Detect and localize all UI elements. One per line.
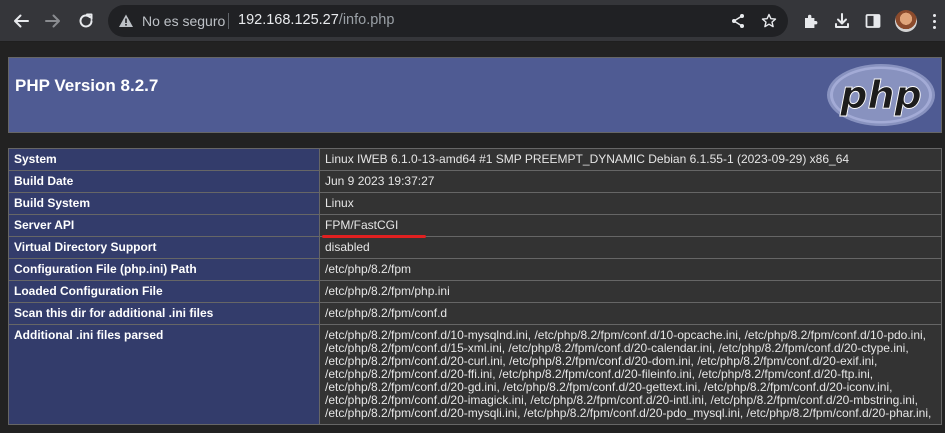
row-label: Build System: [8, 192, 320, 215]
php-logo[interactable]: php: [825, 62, 937, 128]
url-host: 192.168.125.27: [238, 12, 339, 28]
php-logo-text: php: [839, 73, 921, 117]
table-row: Configuration File (php.ini) Path /etc/p…: [8, 258, 942, 281]
profile-avatar[interactable]: [895, 10, 917, 32]
share-icon[interactable]: [730, 13, 746, 29]
table-row: Build System Linux: [8, 192, 942, 215]
row-label: Server API: [8, 214, 320, 237]
back-arrow-icon: [14, 14, 29, 28]
omnibox-divider: [228, 13, 229, 29]
row-value: /etc/php/8.2/fpm/conf.d/10-mysqlnd.ini, …: [319, 324, 942, 425]
security-status[interactable]: No es seguro: [142, 13, 225, 29]
url-path: /info.php: [338, 12, 395, 28]
row-value: /etc/php/8.2/fpm/php.ini: [319, 280, 942, 303]
url-text[interactable]: 192.168.125.27/info.php: [238, 12, 394, 28]
address-bar[interactable]: No es seguro 192.168.125.27/info.php: [108, 5, 788, 37]
back-button[interactable]: [9, 9, 33, 33]
kebab-menu-icon[interactable]: [929, 12, 941, 30]
reload-icon: [79, 13, 93, 28]
row-value: FPM/FastCGI: [319, 214, 942, 238]
download-icon[interactable]: [832, 11, 852, 31]
table-row: Scan this dir for additional .ini files …: [8, 302, 942, 325]
row-value: Linux: [319, 192, 942, 215]
table-row: Build Date Jun 9 2023 19:37:27: [8, 170, 942, 193]
server-api-highlight: FPM/FastCGI: [321, 218, 427, 238]
forward-button[interactable]: [41, 9, 65, 33]
puzzle-icon[interactable]: [801, 11, 821, 31]
phpinfo-page: PHP Version 8.2.7 php System Linux IWEB …: [0, 43, 945, 433]
row-label: Virtual Directory Support: [8, 236, 320, 259]
row-value: Jun 9 2023 19:37:27: [319, 170, 942, 193]
star-icon[interactable]: [761, 13, 777, 29]
row-value: disabled: [319, 236, 942, 259]
row-value: /etc/php/8.2/fpm/conf.d: [319, 302, 942, 325]
row-label: Scan this dir for additional .ini files: [8, 302, 320, 325]
table-row: Server API FPM/FastCGI: [8, 214, 942, 238]
forward-arrow-icon: [45, 14, 60, 28]
browser-toolbar: No es seguro 192.168.125.27/info.php: [0, 0, 945, 42]
table-row: Additional .ini files parsed /etc/php/8.…: [8, 324, 942, 425]
row-value: Linux IWEB 6.1.0-13-amd64 #1 SMP PREEMPT…: [319, 148, 942, 171]
page-title: PHP Version 8.2.7: [15, 76, 159, 95]
table-row: System Linux IWEB 6.1.0-13-amd64 #1 SMP …: [8, 148, 942, 171]
php-version-header: PHP Version 8.2.7 php: [8, 57, 942, 133]
row-label: Additional .ini files parsed: [8, 324, 320, 425]
row-label: System: [8, 148, 320, 171]
row-value: /etc/php/8.2/fpm: [319, 258, 942, 281]
table-row: Virtual Directory Support disabled: [8, 236, 942, 259]
row-label: Loaded Configuration File: [8, 280, 320, 303]
reload-button[interactable]: [74, 9, 98, 33]
table-row: Loaded Configuration File /etc/php/8.2/f…: [8, 280, 942, 303]
side-panel-icon[interactable]: [863, 11, 883, 31]
row-label: Configuration File (php.ini) Path: [8, 258, 320, 281]
php-info-table: System Linux IWEB 6.1.0-13-amd64 #1 SMP …: [8, 148, 942, 425]
warning-triangle-icon[interactable]: [118, 13, 134, 29]
row-label: Build Date: [8, 170, 320, 193]
